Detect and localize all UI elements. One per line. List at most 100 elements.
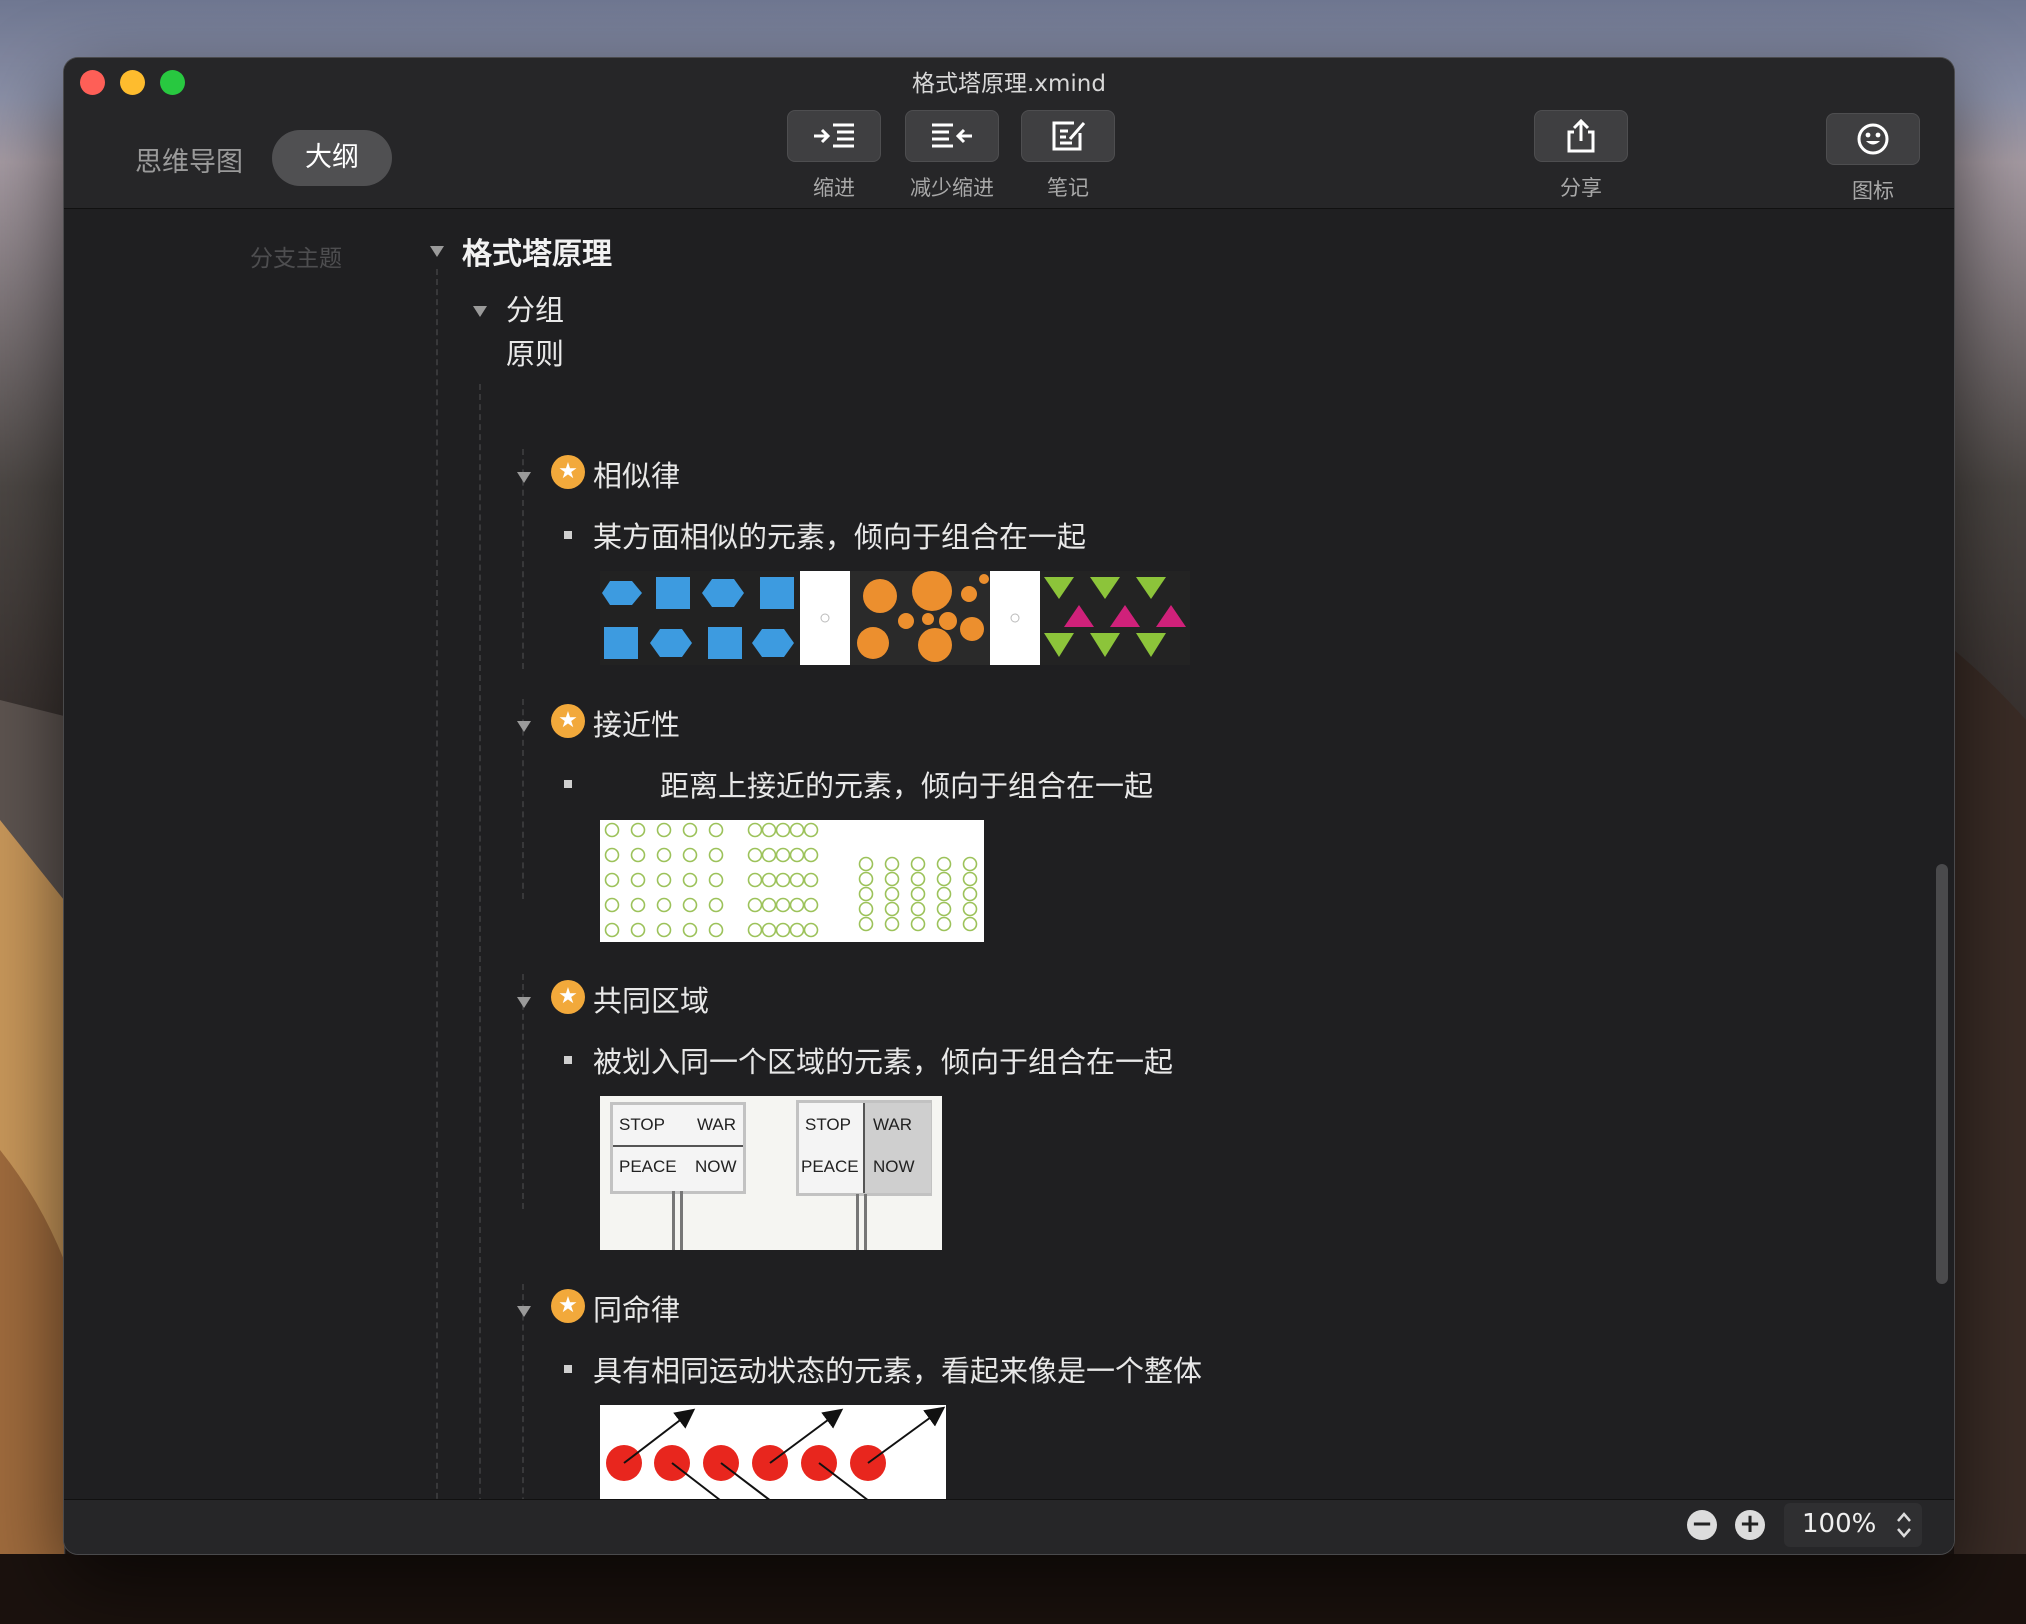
proximity-circle — [747, 822, 763, 838]
sign-left: STOP WAR PEACE NOW — [610, 1102, 746, 1194]
star-icon: ★ — [551, 704, 585, 738]
proximity-circle — [910, 886, 926, 902]
sign-peace: PEACE — [801, 1157, 859, 1176]
proximity-circle — [761, 847, 777, 863]
indent-tool[interactable]: 缩进 — [786, 110, 882, 202]
collapse-root-toggle[interactable] — [430, 246, 444, 257]
proximity-circle — [858, 916, 874, 932]
outline-view-tab[interactable]: 大纲 — [272, 130, 392, 186]
group-topic-line2[interactable]: 原则 — [506, 331, 564, 373]
sign-war: WAR — [873, 1115, 913, 1134]
collapse-proximity-toggle[interactable] — [517, 721, 531, 732]
proximity-circle — [682, 872, 698, 888]
topic-common-fate[interactable]: 同命律 — [593, 1287, 680, 1329]
indent-button[interactable] — [787, 110, 881, 162]
proximity-circle — [775, 822, 791, 838]
zoom-out-button[interactable]: − — [1687, 1510, 1717, 1540]
topic-similarity[interactable]: 相似律 — [593, 453, 680, 495]
proximity-circle — [789, 822, 805, 838]
icons-tool[interactable]: 图标 — [1825, 113, 1921, 205]
proximity-circle — [630, 922, 646, 938]
vertical-scrollbar[interactable] — [1936, 864, 1948, 1284]
topic-proximity[interactable]: 接近性 — [593, 702, 680, 744]
proximity-illustration — [604, 822, 978, 938]
common-region-image[interactable]: STOP WAR PEACE NOW STOP WAR PEACE NOW — [600, 1096, 942, 1250]
title-toolbar: 格式塔原理.xmind 思维导图 大纲 缩进 减少缩进 笔记 分享 图标 — [64, 58, 1954, 209]
proximity-circle — [604, 872, 620, 888]
proximity-circle — [604, 847, 620, 863]
mindmap-view-tab[interactable]: 思维导图 — [124, 136, 254, 190]
proximity-circle — [789, 897, 805, 913]
proximity-circle — [775, 872, 791, 888]
notes-button[interactable] — [1021, 110, 1115, 162]
proximity-image[interactable] — [600, 820, 984, 942]
stepper-chevron-icon[interactable] — [1894, 1507, 1914, 1543]
app-window: 格式塔原理.xmind 思维导图 大纲 缩进 减少缩进 笔记 分享 图标 分支主… — [64, 58, 1954, 1554]
status-bar: − + 100% — [64, 1499, 1954, 1554]
proximity-circle — [630, 897, 646, 913]
proximity-circle — [604, 922, 620, 938]
topic-common-region[interactable]: 共同区域 — [593, 978, 709, 1020]
note-common-region[interactable]: 被划入同一个区域的元素，倾向于组合在一起 — [593, 1039, 1173, 1081]
notes-tool[interactable]: 笔记 — [1020, 110, 1116, 202]
proximity-circle — [747, 847, 763, 863]
sign-post — [856, 1194, 859, 1250]
sign-post — [680, 1191, 683, 1250]
share-tool[interactable]: 分享 — [1533, 110, 1629, 202]
proximity-circle — [682, 822, 698, 838]
notes-label: 笔记 — [1047, 176, 1089, 200]
proximity-circle — [803, 847, 819, 863]
proximity-circle — [708, 872, 724, 888]
note-common-fate[interactable]: 具有相同运动状态的元素，看起来像是一个整体 — [593, 1348, 1202, 1390]
note-edit-icon — [1052, 121, 1086, 151]
similarity-image[interactable] — [600, 571, 1190, 665]
note-proximity[interactable]: 距离上接近的元素，倾向于组合在一起 — [660, 763, 1153, 805]
proximity-circle — [682, 897, 698, 913]
icons-button[interactable] — [1826, 113, 1920, 165]
proximity-circle — [682, 847, 698, 863]
outdent-icon — [932, 123, 972, 148]
smiley-icon — [1857, 123, 1889, 155]
zoom-in-button[interactable]: + — [1735, 1510, 1765, 1540]
bullet-icon — [564, 780, 572, 788]
proximity-circle — [884, 916, 900, 932]
proximity-circle — [775, 922, 791, 938]
zoom-selector[interactable]: 100% — [1784, 1503, 1922, 1547]
sign-peace: PEACE — [619, 1157, 677, 1176]
proximity-circle — [789, 872, 805, 888]
proximity-circle — [910, 871, 926, 887]
note-similarity[interactable]: 某方面相似的元素，倾向于组合在一起 — [593, 514, 1086, 556]
proximity-circle — [630, 872, 646, 888]
group-topic-line1[interactable]: 分组 — [506, 287, 564, 329]
sign-stop: STOP — [619, 1115, 665, 1134]
proximity-circle — [936, 886, 952, 902]
outdent-button[interactable] — [905, 110, 999, 162]
share-button[interactable] — [1534, 110, 1628, 162]
proximity-circle — [789, 847, 805, 863]
proximity-circle — [708, 822, 724, 838]
proximity-circle — [656, 847, 672, 863]
indent-icon — [814, 123, 854, 148]
proximity-circle — [747, 922, 763, 938]
guide-line — [479, 384, 481, 1534]
bullet-icon — [564, 1056, 572, 1064]
outline-editor: 分支主题 格式塔原理 分组 原则 ★ 相似律 某方面相似的元素，倾向于组合在一起 — [64, 209, 1954, 1534]
collapse-group-toggle[interactable] — [473, 306, 487, 317]
outdent-tool[interactable]: 减少缩进 — [902, 110, 1002, 202]
star-icon: ★ — [551, 980, 585, 1014]
proximity-circle — [936, 871, 952, 887]
proximity-circle — [936, 916, 952, 932]
proximity-circle — [884, 856, 900, 872]
collapse-common-fate-toggle[interactable] — [517, 1306, 531, 1317]
bullet-icon — [564, 531, 572, 539]
proximity-circle — [630, 847, 646, 863]
outdent-label: 减少缩进 — [910, 176, 994, 200]
bullet-icon — [564, 1365, 572, 1373]
collapse-common-region-toggle[interactable] — [517, 997, 531, 1008]
star-icon: ★ — [551, 1289, 585, 1323]
proximity-circle — [884, 901, 900, 917]
root-topic[interactable]: 格式塔原理 — [462, 229, 612, 273]
proximity-circle — [858, 901, 874, 917]
collapse-similarity-toggle[interactable] — [517, 472, 531, 483]
star-icon: ★ — [551, 455, 585, 489]
